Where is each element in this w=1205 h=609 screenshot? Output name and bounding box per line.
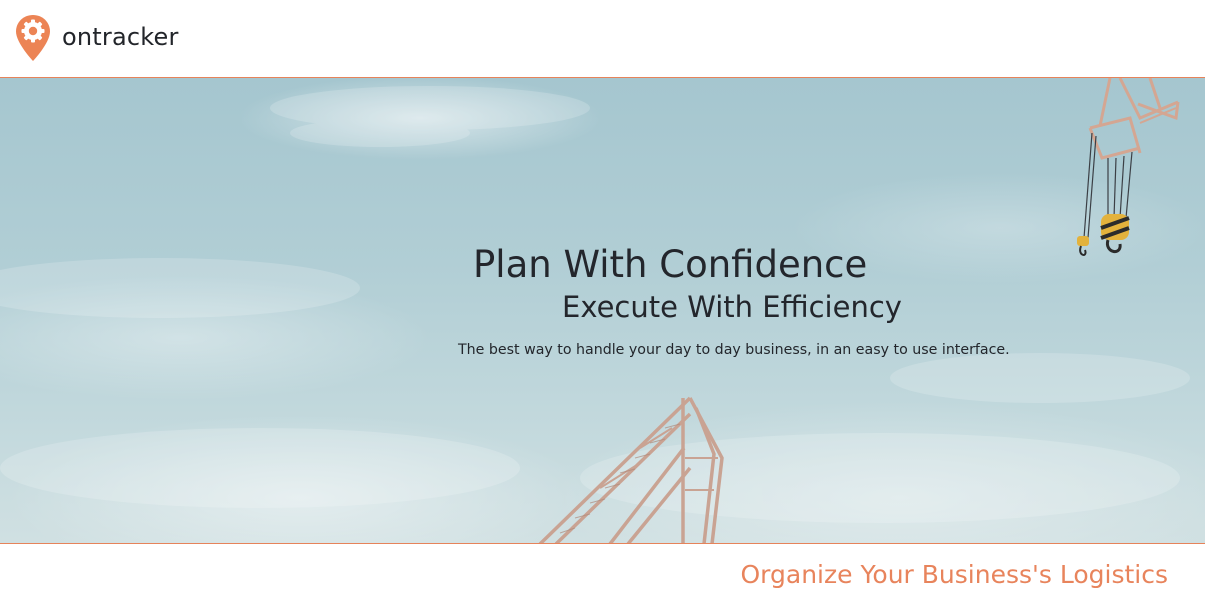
- crane-top-right: [1088, 78, 1180, 160]
- hero-banner: Plan With Confidence Execute With Effici…: [0, 78, 1205, 544]
- brand-logo-link[interactable]: ontracker: [15, 14, 179, 62]
- hero-headline: Plan With Confidence: [473, 243, 868, 286]
- logistics-section: Organize Your Business's Logistics: [0, 544, 1205, 609]
- hero-tagline: The best way to handle your day to day b…: [458, 342, 1010, 358]
- section-title: Organize Your Business's Logistics: [740, 560, 1169, 589]
- site-header: ontracker: [0, 0, 1205, 78]
- crane-hook-large: [1100, 214, 1130, 253]
- map-pin-gear-icon: [16, 15, 50, 61]
- crane-hook-small: [1077, 236, 1089, 256]
- brand-name: ontracker: [62, 22, 179, 51]
- hero-subheadline: Execute With Efficiency: [562, 290, 902, 324]
